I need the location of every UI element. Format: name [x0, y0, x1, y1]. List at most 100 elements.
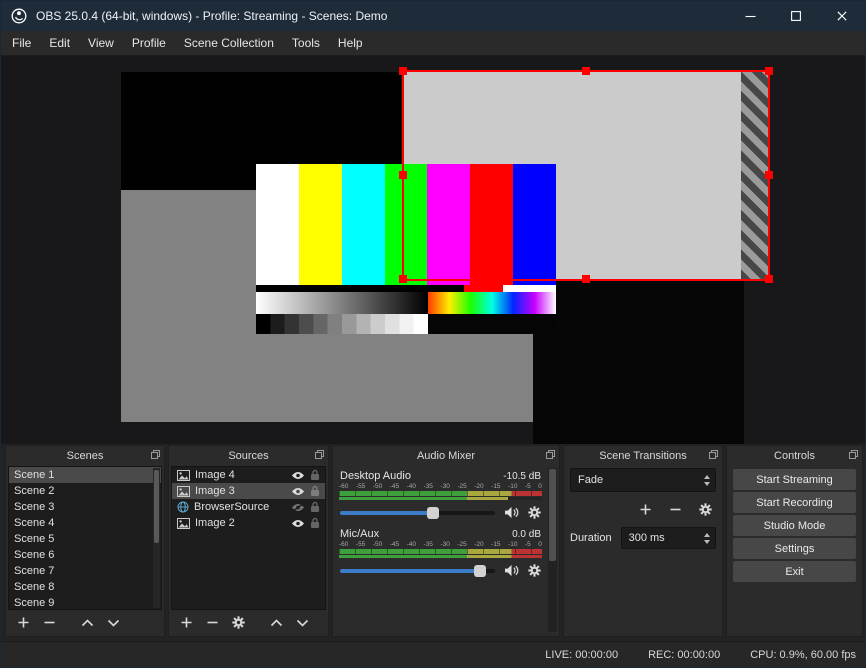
gear-icon[interactable] [528, 564, 541, 577]
lock-icon[interactable] [310, 517, 320, 529]
scene-item[interactable]: Scene 4 [9, 515, 161, 531]
scene-item[interactable]: Scene 3 [9, 499, 161, 515]
visibility-eye-icon[interactable] [291, 471, 305, 480]
move-up-icon[interactable] [270, 618, 283, 627]
scale-label: -50 [372, 483, 383, 490]
menu-file[interactable]: File [3, 31, 40, 55]
lock-icon[interactable] [310, 485, 320, 497]
properties-gear-icon[interactable] [699, 503, 712, 516]
mixer-scrollbar-thumb[interactable] [549, 469, 556, 561]
properties-gear-icon[interactable] [232, 616, 245, 629]
menu-view[interactable]: View [79, 31, 123, 55]
selection-outline[interactable] [402, 70, 770, 281]
sources-toolbar [171, 611, 326, 634]
lock-icon[interactable] [310, 501, 320, 513]
scene-item[interactable]: Scene 5 [9, 531, 161, 547]
source-item[interactable]: BrowserSource [172, 499, 325, 515]
menu-bar: File Edit View Profile Scene Collection … [1, 31, 865, 56]
gear-icon[interactable] [528, 506, 541, 519]
scale-label: -40 [406, 541, 417, 548]
remove-icon[interactable] [669, 503, 682, 516]
add-icon[interactable] [639, 503, 652, 516]
menu-tools[interactable]: Tools [283, 31, 329, 55]
exit-button[interactable]: Exit [733, 561, 856, 582]
source-item[interactable]: Image 3 [172, 483, 325, 499]
selection-handle-middle-left[interactable] [399, 171, 407, 179]
selection-handle-top-left[interactable] [399, 67, 407, 75]
visibility-eye-off-icon[interactable] [291, 502, 305, 512]
studio-mode-button[interactable]: Studio Mode [733, 515, 856, 536]
volume-slider-handle[interactable] [473, 564, 486, 577]
chevron-up-down-icon [704, 469, 710, 491]
duration-label: Duration [570, 532, 612, 544]
scene-item[interactable]: Scene 2 [9, 483, 161, 499]
window-title: OBS 25.0.4 (64-bit, windows) - Profile: … [36, 9, 388, 23]
settings-button[interactable]: Settings [733, 538, 856, 559]
image-icon [177, 517, 190, 529]
menu-help[interactable]: Help [329, 31, 372, 55]
popout-icon[interactable] [546, 450, 555, 459]
lock-icon[interactable] [310, 469, 320, 481]
source-item[interactable]: Image 4 [172, 467, 325, 483]
close-button[interactable] [819, 1, 865, 31]
preview-black-source-bottom-right[interactable] [533, 279, 744, 444]
visibility-eye-icon[interactable] [291, 519, 305, 528]
menu-profile[interactable]: Profile [123, 31, 175, 55]
remove-icon[interactable] [206, 616, 219, 629]
scenes-scrollbar[interactable] [153, 468, 160, 608]
volume-slider[interactable] [340, 506, 495, 519]
speaker-icon[interactable] [504, 506, 519, 519]
mixer-scrollbar[interactable] [548, 468, 557, 632]
preview-canvas[interactable] [1, 56, 865, 444]
spin-down-icon[interactable] [704, 539, 710, 544]
audio-mixer-panel: Audio Mixer Desktop Audio -10.5 dB -60 -5… [332, 445, 560, 637]
audio-mixer-panel-header[interactable]: Audio Mixer [333, 446, 559, 466]
start-streaming-button[interactable]: Start Streaming [733, 469, 856, 490]
scene-item[interactable]: Scene 9 [9, 595, 161, 609]
move-down-icon[interactable] [107, 619, 120, 627]
selection-handle-bottom-center[interactable] [582, 275, 590, 283]
add-icon[interactable] [17, 616, 30, 629]
source-item[interactable]: Image 2 [172, 515, 325, 531]
selection-handle-top-right[interactable] [765, 67, 773, 75]
volume-meter [339, 497, 542, 500]
add-icon[interactable] [180, 616, 193, 629]
popout-icon[interactable] [849, 450, 858, 459]
scenes-scrollbar-thumb[interactable] [154, 470, 159, 543]
controls-panel-header[interactable]: Controls [727, 446, 862, 466]
spin-up-icon[interactable] [704, 532, 710, 537]
scenes-panel-header[interactable]: Scenes [6, 446, 164, 466]
visibility-eye-icon[interactable] [291, 487, 305, 496]
scene-item[interactable]: Scene 8 [9, 579, 161, 595]
minimize-icon [745, 15, 755, 17]
transitions-panel-header[interactable]: Scene Transitions [564, 446, 722, 466]
speaker-icon[interactable] [504, 564, 519, 577]
scene-item[interactable]: Scene 7 [9, 563, 161, 579]
maximize-button[interactable] [773, 1, 819, 31]
selection-handle-middle-right[interactable] [765, 171, 773, 179]
start-recording-button[interactable]: Start Recording [733, 492, 856, 513]
popout-icon[interactable] [315, 450, 324, 459]
db-scale: -60 -55 -50 -45 -40 -35 -30 -25 -20 -15 -10 -5 0 [339, 483, 542, 490]
selection-handle-top-center[interactable] [582, 67, 590, 75]
selection-handle-bottom-right[interactable] [765, 275, 773, 283]
duration-spinbox[interactable]: 300 ms [620, 527, 716, 549]
move-up-icon[interactable] [81, 618, 94, 627]
titlebar[interactable]: OBS 25.0.4 (64-bit, windows) - Profile: … [1, 1, 865, 31]
menu-edit[interactable]: Edit [40, 31, 79, 55]
volume-slider-handle[interactable] [427, 506, 439, 519]
transition-select[interactable]: Fade [570, 468, 716, 492]
source-name: Image 2 [195, 517, 235, 529]
popout-icon[interactable] [151, 450, 160, 459]
remove-icon[interactable] [43, 616, 56, 629]
selection-handle-bottom-left[interactable] [399, 275, 407, 283]
scale-label: -10 [508, 541, 518, 548]
scene-item[interactable]: Scene 6 [9, 547, 161, 563]
sources-panel-header[interactable]: Sources [169, 446, 328, 466]
menu-scene-collection[interactable]: Scene Collection [175, 31, 283, 55]
move-down-icon[interactable] [296, 619, 309, 627]
popout-icon[interactable] [709, 450, 718, 459]
minimize-button[interactable] [727, 1, 773, 31]
volume-slider[interactable] [340, 564, 495, 577]
scene-item[interactable]: Scene 1 [9, 467, 161, 483]
